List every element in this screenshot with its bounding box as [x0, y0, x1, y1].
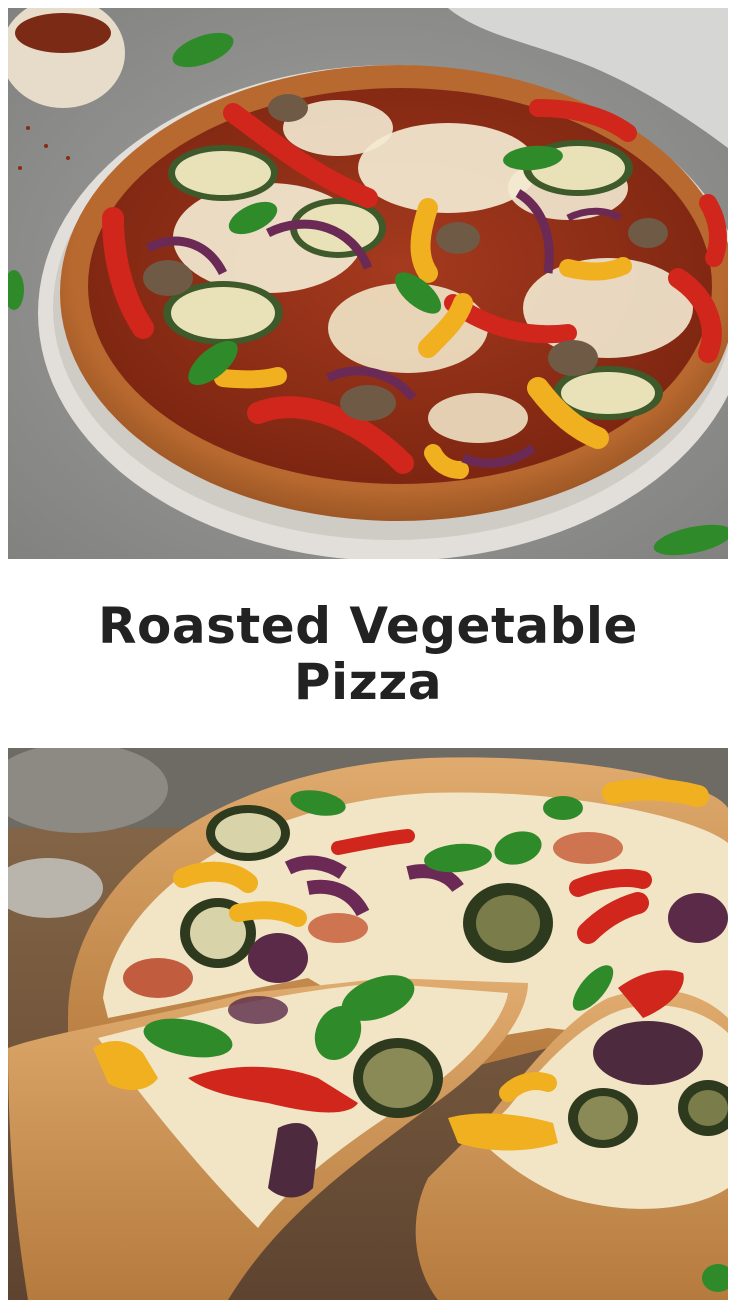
title-line-2: Pizza [293, 652, 443, 711]
recipe-title: Roasted Vegetable Pizza [0, 559, 736, 748]
sliced-pizza-photo [8, 748, 728, 1300]
whole-pizza-photo [8, 8, 728, 559]
title-line-1: Roasted Vegetable [98, 596, 638, 655]
